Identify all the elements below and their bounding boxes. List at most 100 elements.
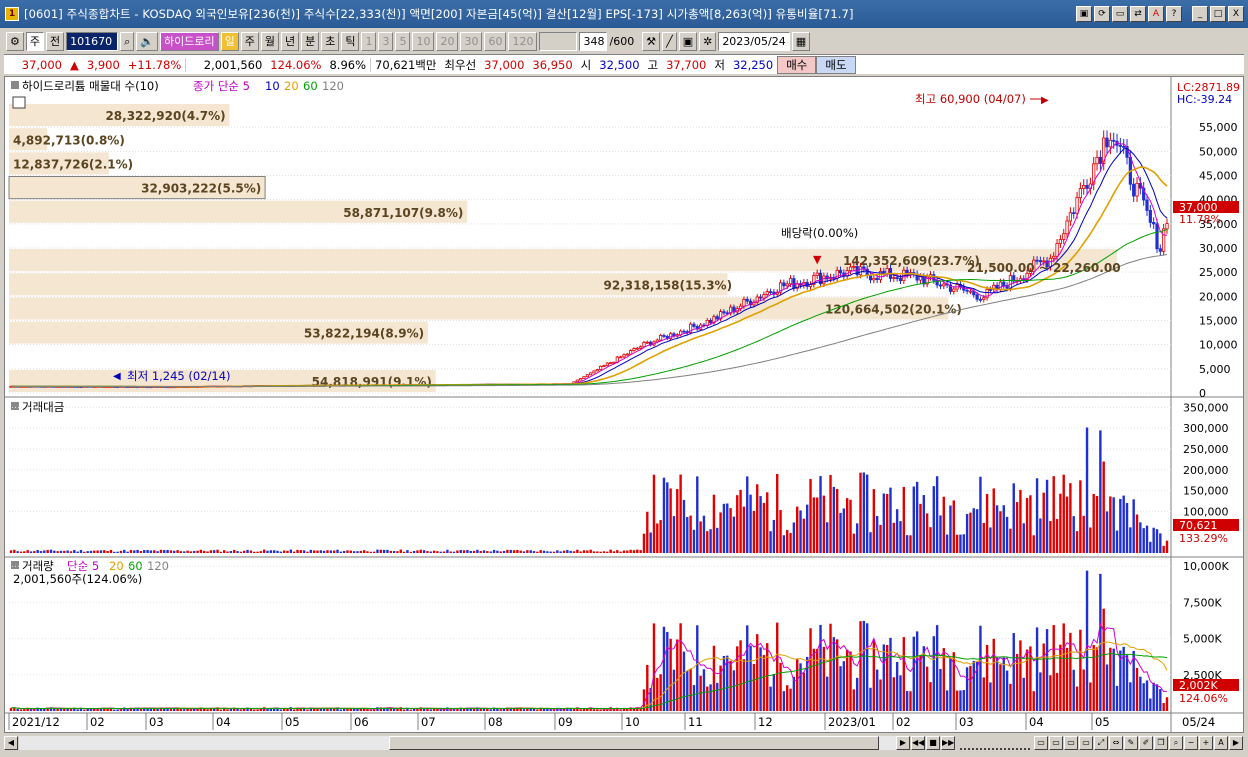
amount-bar <box>819 476 822 553</box>
prev-button[interactable]: 전 <box>46 31 65 51</box>
type-select[interactable]: 주 <box>25 31 44 51</box>
app-icon: 1 <box>5 7 19 21</box>
layout-icon-4[interactable]: ▭ <box>1079 736 1093 750</box>
amount-bar <box>762 503 766 553</box>
amount-bar <box>426 551 429 553</box>
scroll-left-button[interactable]: ◀ <box>4 736 18 750</box>
interval-120[interactable]: 120 <box>508 31 538 51</box>
scroll-track[interactable] <box>19 736 896 750</box>
amount-bar <box>1012 483 1015 553</box>
amount-bar <box>209 550 213 553</box>
layout-icon-1[interactable]: ▭ <box>1034 736 1048 750</box>
period-year[interactable]: 년 <box>280 31 300 51</box>
zoom-icon[interactable]: ⌕ <box>1169 736 1183 750</box>
speaker-icon[interactable]: 🔈 <box>136 31 158 51</box>
calendar-icon[interactable]: ▦ <box>791 31 811 51</box>
search-icon[interactable]: ⌕ <box>120 31 135 51</box>
gear-icon[interactable]: ✲ <box>699 31 717 51</box>
chart-settings-icon[interactable]: ⚙ <box>6 31 24 51</box>
link-icon[interactable]: ▣ <box>1076 6 1092 22</box>
volume-bar <box>1155 684 1159 711</box>
volume-bar <box>1149 698 1152 711</box>
font-icon[interactable]: A <box>1148 6 1164 22</box>
volume-bar <box>469 708 472 711</box>
arrows-icon[interactable]: ⇔ <box>1109 736 1123 750</box>
period-minute[interactable]: 분 <box>301 31 320 51</box>
interval-30[interactable]: 30 <box>460 31 483 51</box>
date-input[interactable]: 2023/05/24 <box>718 31 790 51</box>
candle-body <box>682 330 686 333</box>
help-icon[interactable]: ? <box>1166 6 1182 22</box>
expand-icon[interactable]: ⤢ <box>1094 736 1108 750</box>
zoom-slider[interactable] <box>960 736 1030 750</box>
window-icon[interactable]: ▭ <box>1112 6 1128 22</box>
draw-icon[interactable]: ✎ <box>1124 736 1138 750</box>
play-icon[interactable]: ▶ <box>896 736 910 750</box>
amount-bar <box>1089 527 1092 553</box>
candle-body <box>715 316 719 320</box>
zoom-out-icon[interactable]: − <box>1184 736 1198 750</box>
scroll-thumb[interactable] <box>389 736 879 750</box>
fast-forward-icon[interactable]: ▶▶ <box>941 736 955 750</box>
interval-3[interactable]: 3 <box>378 31 394 51</box>
volume-bar <box>69 709 73 711</box>
layout-icon-3[interactable]: ▭ <box>1064 736 1078 750</box>
interval-10[interactable]: 10 <box>412 31 435 51</box>
amount-bar <box>516 549 519 553</box>
scroll-right-button[interactable]: ▶ <box>1229 736 1243 750</box>
volume-bar <box>935 625 939 711</box>
save-icon[interactable]: ▣ <box>678 31 698 51</box>
candle-body <box>978 298 983 301</box>
interval-60[interactable]: 60 <box>484 31 507 51</box>
period-day[interactable]: 일 <box>220 31 239 51</box>
maximize-button[interactable]: □ <box>1210 6 1226 22</box>
period-month[interactable]: 월 <box>260 31 279 51</box>
candle-body <box>1072 212 1076 215</box>
close-button[interactable]: X <box>1228 6 1244 22</box>
amount-bar <box>702 515 706 553</box>
volume-bar <box>689 669 692 711</box>
chart-area[interactable]: 0 5,000 10,000 15,000 20,000 25,000 30,000 35,0… <box>4 76 1244 733</box>
period-tick[interactable]: 틱 <box>341 31 360 51</box>
amount-bar <box>752 510 756 553</box>
swap-icon[interactable]: ⇄ <box>1130 6 1146 22</box>
interval-5[interactable]: 5 <box>395 31 411 51</box>
volume-bar <box>646 664 649 711</box>
minimize-button[interactable]: _ <box>1192 6 1208 22</box>
period-second[interactable]: 초 <box>321 31 340 51</box>
amount-bar <box>422 550 426 553</box>
font-size-icon[interactable]: A <box>1214 736 1228 750</box>
stock-name-button[interactable]: 하이드로리 <box>160 31 219 51</box>
chart-scrollbar[interactable]: ◀ ▶ ◀◀ ■ ▶▶ ▭ ▭ ▭ ▭ ⤢ ⇔ ✎ ✐ ❐ ⌕ − + A ▶ <box>4 734 1244 752</box>
volume-bar-tick-label: 7,500K <box>1183 596 1222 609</box>
amount-bar <box>1105 511 1109 553</box>
copy-icon[interactable]: ❐ <box>1154 736 1168 750</box>
chart-svg[interactable]: 05,00010,00015,00020,00025,00030,00035,0… <box>5 77 1243 732</box>
amount-bar <box>639 550 642 553</box>
candle-body <box>852 265 856 268</box>
pen-icon[interactable]: ✐ <box>1139 736 1153 750</box>
sell-button[interactable]: 매도 <box>816 55 856 74</box>
up-triangle-icon: ▲ <box>70 57 79 72</box>
stop-icon[interactable]: ■ <box>926 736 940 750</box>
amount-bar <box>532 551 536 553</box>
volume-bar <box>452 709 456 711</box>
period-week[interactable]: 주 <box>240 31 259 51</box>
line-icon[interactable]: ╱ <box>662 31 677 51</box>
layout-icon-2[interactable]: ▭ <box>1049 736 1063 750</box>
count-input[interactable]: 348 <box>579 31 608 51</box>
zoom-in-icon[interactable]: + <box>1199 736 1213 750</box>
amount-bar <box>789 533 792 553</box>
amount-bar <box>572 551 576 553</box>
interval-20[interactable]: 20 <box>436 31 459 51</box>
refresh-icon[interactable]: ⟳ <box>1094 6 1110 22</box>
buy-button[interactable]: 매수 <box>777 55 817 74</box>
stock-code-input[interactable]: 101670 <box>66 31 119 51</box>
interval-1[interactable]: 1 <box>361 31 377 51</box>
tool-icon[interactable]: ⚒ <box>642 31 661 51</box>
rewind-icon[interactable]: ◀◀ <box>911 736 925 750</box>
candle-body <box>602 365 606 367</box>
amount-bar <box>612 551 616 553</box>
interval-select[interactable] <box>539 31 578 51</box>
candle-body <box>1108 139 1112 148</box>
